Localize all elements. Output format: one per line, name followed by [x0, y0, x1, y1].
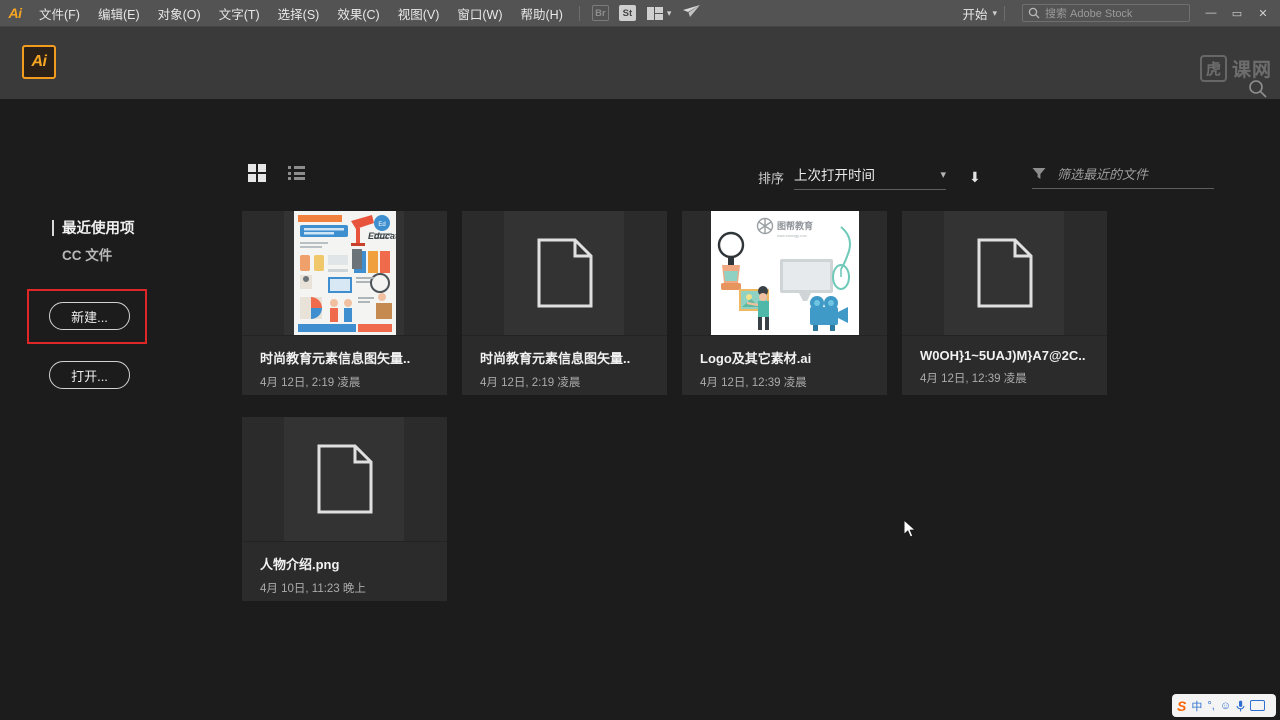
file-info: 时尚教育元素信息图矢量.. 4月 12日, 2:19 凌晨	[242, 335, 447, 395]
filter-placeholder: 筛选最近的文件	[1057, 167, 1149, 182]
window-controls: — ▭ ✕	[1198, 7, 1276, 20]
ime-toolbar[interactable]: S 中 °, ☺	[1172, 694, 1276, 717]
svg-text:图帮教育: 图帮教育	[777, 220, 813, 231]
file-date: 4月 12日, 12:39 凌晨	[920, 373, 1027, 385]
app-logo-mini: Ai	[8, 5, 23, 21]
mic-icon[interactable]	[1236, 700, 1245, 712]
file-card[interactable]: 时尚教育元素信息图矢量.. 4月 12日, 2:19 凌晨	[462, 211, 667, 395]
file-name: W0OH}1~5UAJ)M}A7@2C..	[920, 348, 1086, 363]
open-button[interactable]: 打开...	[49, 361, 130, 389]
ime-mode-toggle[interactable]: 中	[1191, 698, 1202, 714]
start-chevron-down-icon[interactable]: ▾	[992, 8, 997, 19]
filter-input[interactable]: 筛选最近的文件	[1032, 164, 1214, 189]
stock-search-placeholder: 搜索 Adobe Stock	[1045, 8, 1133, 20]
file-date: 4月 10日, 11:23 晚上	[260, 583, 366, 595]
file-date: 4月 12日, 2:19 凌晨	[480, 377, 581, 389]
svg-text:Education: Education	[368, 231, 396, 241]
ime-punctuation-toggle[interactable]: °,	[1207, 700, 1214, 712]
menu-divider	[578, 5, 580, 21]
thumbnail-education-infographic: Ed Education	[242, 211, 447, 335]
file-name: 时尚教育元素信息图矢量..	[260, 351, 411, 366]
file-name: 人物介绍.png	[260, 557, 340, 572]
menu-select[interactable]: 选择(S)	[269, 0, 329, 27]
stock-icon[interactable]: St	[618, 5, 636, 21]
file-info: 人物介绍.png 4月 10日, 11:23 晚上	[242, 541, 447, 601]
menu-view[interactable]: 视图(V)	[389, 0, 449, 27]
watermark: 虎 课网	[1199, 55, 1272, 82]
menu-type[interactable]: 文字(T)	[210, 0, 269, 27]
filter-icon	[1032, 168, 1046, 179]
file-info: 时尚教育元素信息图矢量.. 4月 12日, 2:19 凌晨	[462, 335, 667, 395]
thumbnail-generic-document	[242, 417, 447, 541]
file-card[interactable]: 图帮教育 www.tubangjy.com Logo及其它素材.ai 4月 12…	[682, 211, 887, 395]
keyboard-icon[interactable]	[1250, 700, 1266, 711]
app-header: Ai 虎 课网	[0, 27, 1280, 99]
start-content: 最近使用项 CC 文件 新建... 打开... 排序 上次打开时间 ▾ ⬇ 筛选…	[0, 99, 1280, 720]
view-toggle-group	[248, 164, 305, 182]
bridge-icon[interactable]: Br	[591, 5, 609, 21]
sidebar-item-cc-files[interactable]: CC 文件	[62, 244, 112, 264]
recent-files-grid: Ed Education	[242, 211, 1122, 601]
workspace-switcher-icon[interactable]: ▾	[646, 6, 672, 20]
sogou-logo-icon: S	[1177, 697, 1187, 714]
files-row-2: 人物介绍.png 4月 10日, 11:23 晚上	[242, 417, 1122, 601]
chevron-down-icon: ▾	[940, 168, 947, 181]
sidebar-item-recent[interactable]: 最近使用项	[52, 217, 135, 238]
search-icon	[1028, 7, 1040, 19]
file-card[interactable]: 人物介绍.png 4月 10日, 11:23 晚上	[242, 417, 447, 601]
new-button[interactable]: 新建...	[49, 302, 130, 330]
menu-bar: Ai 文件(F) 编辑(E) 对象(O) 文字(T) 选择(S) 效果(C) 视…	[0, 0, 1280, 27]
file-name: Logo及其它素材.ai	[700, 351, 812, 366]
file-card[interactable]: W0OH}1~5UAJ)M}A7@2C.. 4月 12日, 12:39 凌晨	[902, 211, 1107, 395]
menu-file[interactable]: 文件(F)	[30, 0, 89, 27]
menubar-right-group: 开始 ▾ 搜索 Adobe Stock — ▭ ✕	[962, 4, 1280, 23]
app-logo: Ai	[22, 45, 56, 79]
watermark-box: 虎	[1199, 55, 1227, 82]
menu-divider-right	[1004, 5, 1005, 21]
sort-dropdown[interactable]: 上次打开时间 ▾	[794, 164, 947, 190]
menu-effect[interactable]: 效果(C)	[328, 0, 388, 27]
thumbnail-generic-document	[462, 211, 667, 335]
stock-search-input[interactable]: 搜索 Adobe Stock	[1022, 4, 1190, 22]
start-tab-label[interactable]: 开始	[962, 4, 987, 23]
menu-window[interactable]: 窗口(W)	[448, 0, 511, 27]
file-date: 4月 12日, 12:39 凌晨	[700, 377, 807, 389]
maximize-button[interactable]: ▭	[1224, 7, 1250, 20]
list-view-icon[interactable]	[288, 166, 305, 180]
file-info: W0OH}1~5UAJ)M}A7@2C.. 4月 12日, 12:39 凌晨	[902, 335, 1107, 395]
sidebar-item-recent-label: 最近使用项	[62, 221, 135, 237]
sort-label: 排序	[758, 170, 785, 186]
file-name: 时尚教育元素信息图矢量..	[480, 351, 631, 366]
sidebar-active-marker	[52, 219, 54, 236]
minimize-button[interactable]: —	[1198, 7, 1224, 19]
chevron-down-icon: ▾	[666, 7, 672, 18]
smiley-icon[interactable]: ☺	[1220, 700, 1231, 712]
watermark-text: 课网	[1231, 60, 1272, 81]
file-date: 4月 12日, 2:19 凌晨	[260, 377, 361, 389]
file-card[interactable]: Ed Education	[242, 211, 447, 395]
sort-selected-value: 上次打开时间	[794, 168, 876, 183]
menu-edit[interactable]: 编辑(E)	[89, 0, 149, 27]
files-toolbar: 排序 上次打开时间 ▾ ⬇ 筛选最近的文件	[0, 154, 1280, 194]
svg-text:www.tubangjy.com: www.tubangjy.com	[777, 234, 807, 238]
grid-view-icon[interactable]	[248, 164, 266, 182]
thumbnail-generic-document	[902, 211, 1107, 335]
sort-control: 排序 上次打开时间 ▾ ⬇	[758, 164, 981, 190]
thumbnail-logo-assets: 图帮教育 www.tubangjy.com	[682, 211, 887, 335]
close-button[interactable]: ✕	[1250, 7, 1276, 20]
svg-text:Ed: Ed	[378, 222, 385, 228]
arrow-down-icon[interactable]: ⬇	[969, 169, 981, 186]
rocket-icon[interactable]	[681, 4, 701, 23]
menu-help[interactable]: 帮助(H)	[512, 0, 572, 27]
mouse-cursor	[903, 518, 917, 544]
files-row-1: Ed Education	[242, 211, 1122, 395]
file-info: Logo及其它素材.ai 4月 12日, 12:39 凌晨	[682, 335, 887, 395]
menu-object[interactable]: 对象(O)	[149, 0, 210, 27]
illustrator-start-screen: Ai 文件(F) 编辑(E) 对象(O) 文字(T) 选择(S) 效果(C) 视…	[0, 0, 1280, 720]
